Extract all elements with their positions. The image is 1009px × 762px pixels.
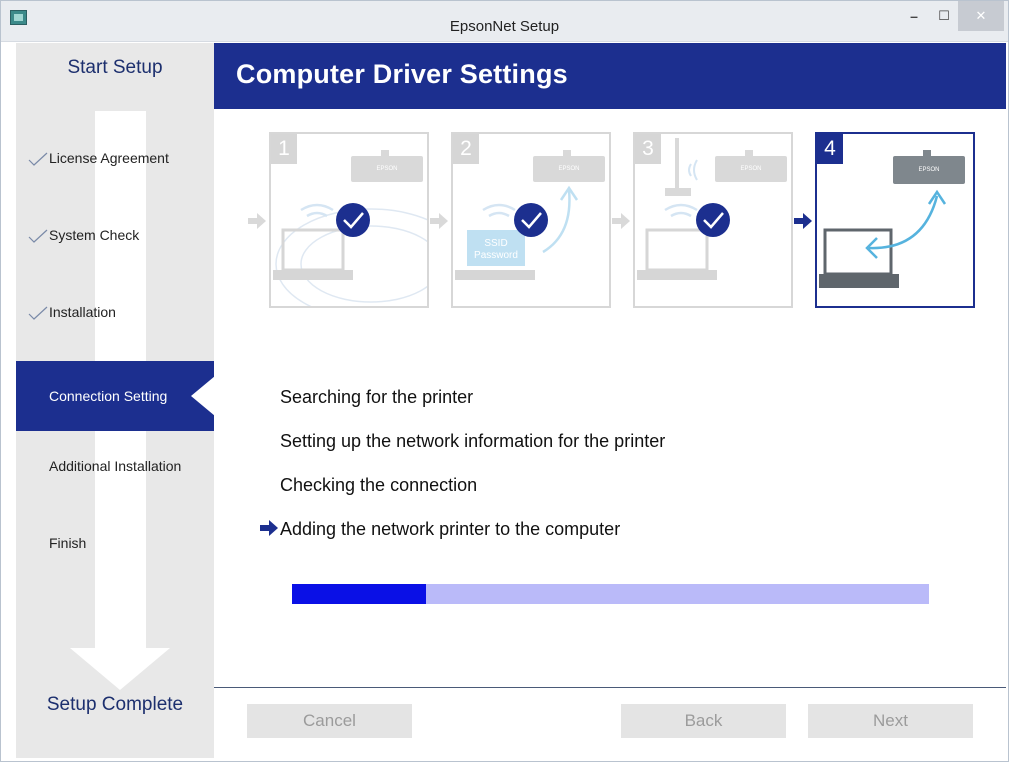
- sidebar-step-additional-installation: Additional Installation: [16, 431, 214, 501]
- window-title: EpsonNet Setup: [449, 18, 560, 35]
- maximize-button[interactable]: ☐: [928, 1, 960, 31]
- sidebar-start-label: Start Setup: [67, 57, 163, 78]
- sidebar-step-label: Finish: [49, 535, 87, 551]
- sidebar-step-finish: Finish: [16, 508, 214, 578]
- sidebar-step-label: Installation: [49, 304, 116, 320]
- step-panel-4: 4 EPSON: [815, 132, 975, 308]
- sidebar-step-label: System Check: [49, 227, 140, 243]
- status-item-checking: Checking the connection: [280, 475, 478, 495]
- current-status-arrow-icon: [260, 520, 278, 536]
- minimize-button[interactable]: –: [898, 1, 930, 31]
- setup-steps-sidebar: Start Setup License Agreement System Che…: [16, 43, 215, 758]
- checkmark-icon: [28, 306, 48, 320]
- printer-brand-label: EPSON: [740, 166, 762, 172]
- flow-arrow-icon: [612, 213, 630, 229]
- step-number: 1: [271, 134, 297, 164]
- status-item-adding-printer: Adding the network printer to the comput…: [280, 519, 621, 539]
- step-number: 4: [817, 134, 843, 164]
- printer-brand-label: EPSON: [558, 166, 580, 172]
- setup-window: EpsonNet Setup – ☐ ✕ Start Setup License…: [0, 0, 1009, 762]
- sidebar-step-label: License Agreement: [49, 150, 169, 166]
- flow-arrow-icon: [794, 213, 812, 229]
- ssid-card-line2: Password: [474, 250, 518, 261]
- ssid-card-line1: SSID: [484, 238, 508, 249]
- sidebar-step-connection-setting: Connection Setting: [16, 361, 215, 431]
- step-panel-2: 2 EPSON SSID Password: [451, 132, 611, 308]
- page-title: Computer Driver Settings: [236, 59, 568, 89]
- flow-arrow-icon: [248, 213, 266, 229]
- sidebar-step-system-check: System Check: [16, 200, 214, 270]
- sidebar-step-license-agreement: License Agreement: [16, 123, 214, 193]
- step-panel-1: 1 EPSON: [269, 132, 429, 308]
- sidebar-step-installation: Installation: [16, 277, 214, 347]
- flow-arrow-icon: [430, 213, 448, 229]
- checkmark-icon: [28, 229, 48, 243]
- status-item-network-info: Setting up the network information for t…: [280, 431, 666, 451]
- footer-divider: [214, 687, 1006, 688]
- active-step-notch: [191, 376, 215, 416]
- step-number: 2: [453, 134, 479, 164]
- back-button[interactable]: Back: [621, 704, 786, 738]
- step-number: 3: [635, 134, 661, 164]
- progress-arrow-head: [70, 648, 170, 690]
- sidebar-step-label: Additional Installation: [49, 458, 182, 474]
- printer-brand-label: EPSON: [376, 166, 398, 172]
- step-panel-3: 3 EPSON: [633, 132, 793, 308]
- status-item-searching: Searching for the printer: [280, 387, 474, 407]
- cancel-button[interactable]: Cancel: [247, 704, 412, 738]
- close-button[interactable]: ✕: [958, 1, 1004, 31]
- progress-fill: [292, 584, 426, 604]
- title-bar: EpsonNet Setup – ☐ ✕: [1, 1, 1008, 42]
- checkmark-icon: [28, 152, 48, 166]
- progress-bar: [292, 584, 929, 604]
- printer-brand-label: EPSON: [918, 167, 940, 173]
- page-header: Computer Driver Settings: [214, 43, 1006, 109]
- sidebar-complete-label: Setup Complete: [46, 694, 184, 715]
- next-button[interactable]: Next: [808, 704, 973, 738]
- sidebar-step-label: Connection Setting: [49, 388, 168, 404]
